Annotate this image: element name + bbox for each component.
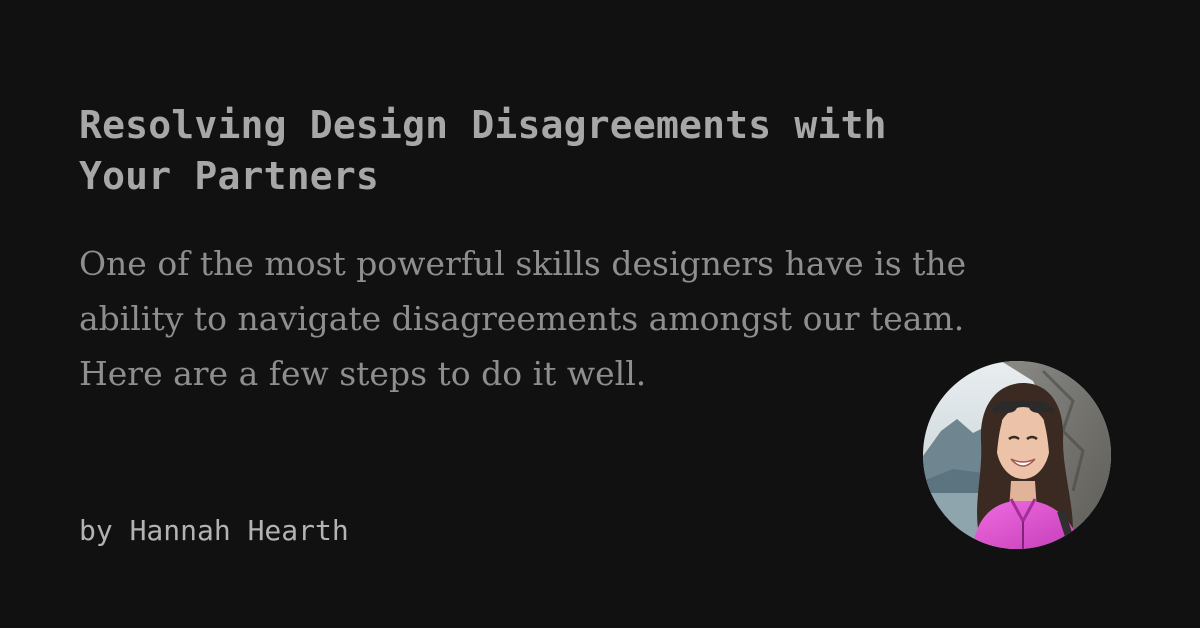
post-description-line-3: Here are a few steps to do it well. — [79, 354, 647, 393]
post-title-line-2: Your Partners — [79, 154, 380, 198]
author-avatar — [923, 361, 1111, 549]
post-title: Resolving Design Disagreements with Your… — [79, 100, 1079, 202]
post-description-line-1: One of the most powerful skills designer… — [79, 244, 967, 283]
author-photo — [923, 361, 1111, 549]
post-description-line-2: ability to navigate disagreements amongs… — [79, 299, 965, 338]
post-title-line-1: Resolving Design Disagreements with — [79, 103, 887, 147]
author-byline: by Hannah Hearth — [79, 514, 349, 547]
share-card: Resolving Design Disagreements with Your… — [0, 0, 1200, 628]
